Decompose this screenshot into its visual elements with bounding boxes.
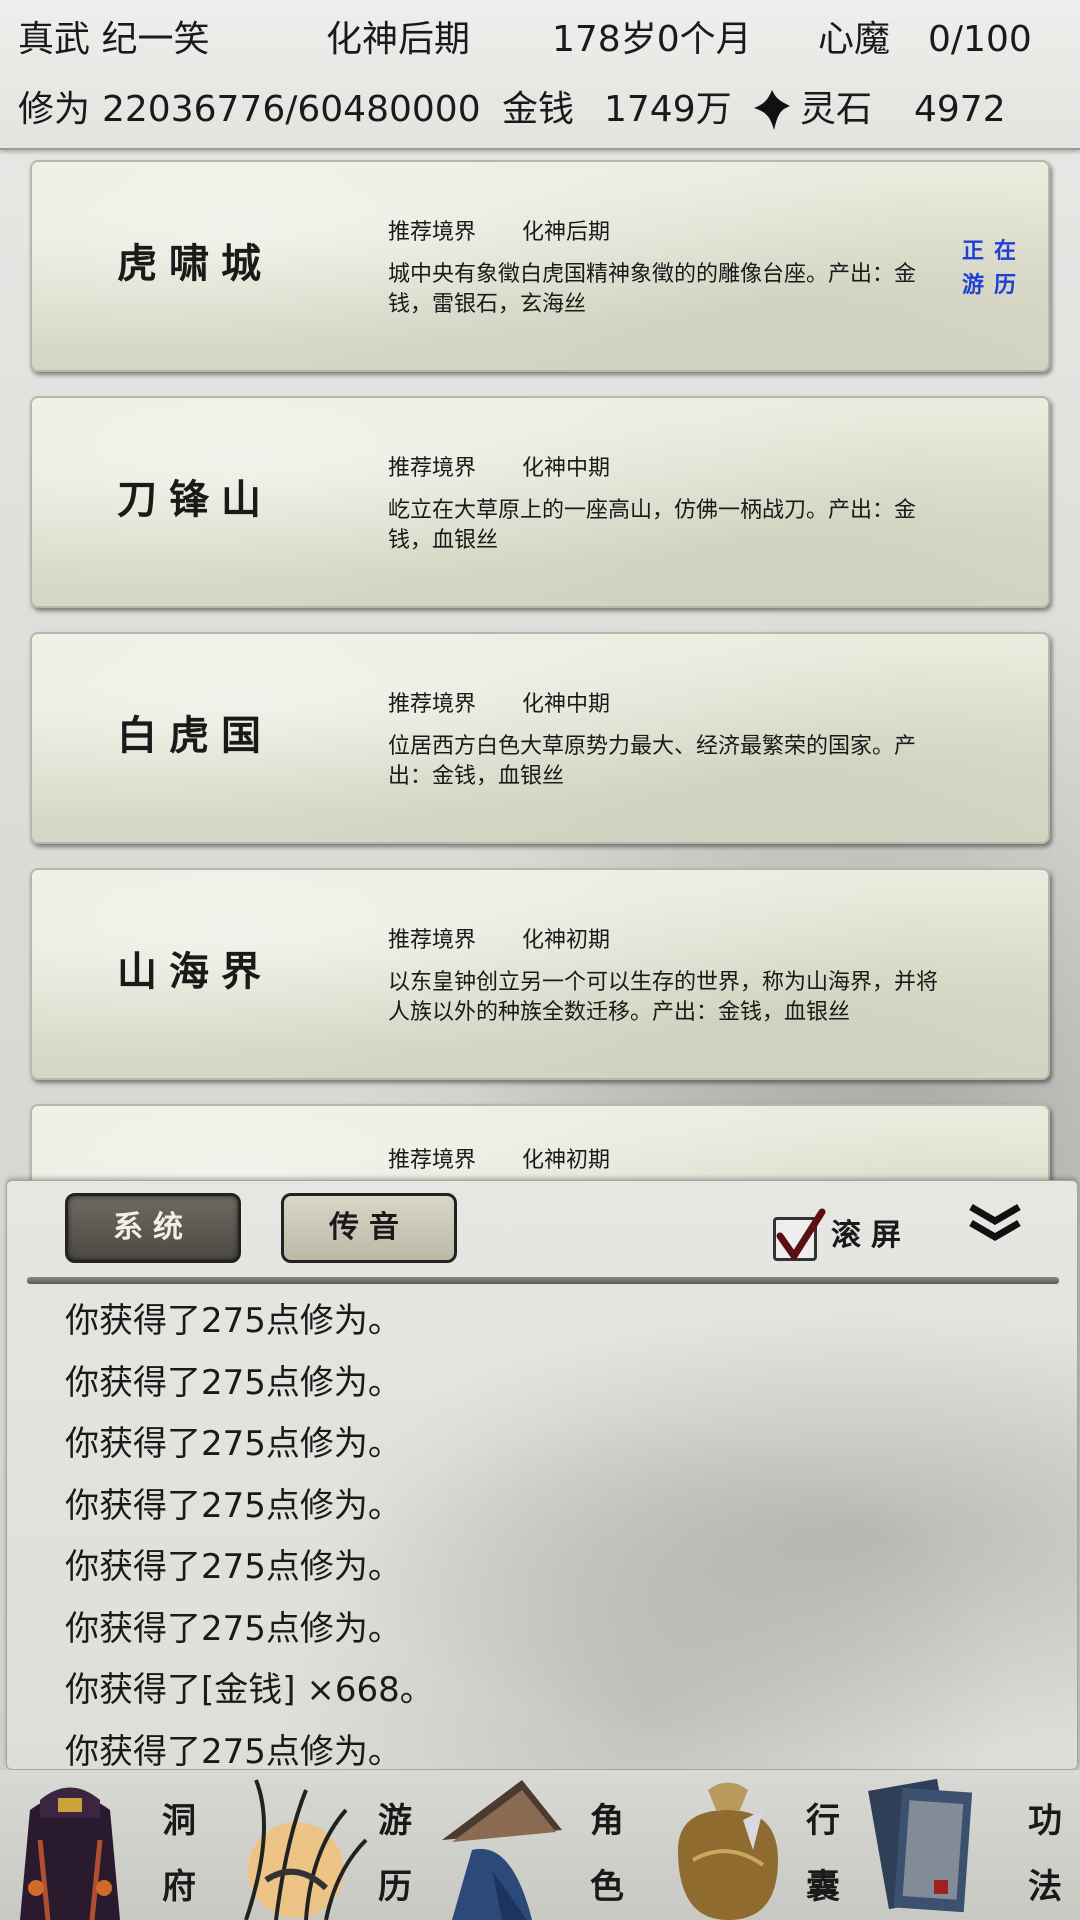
log-line: 你获得了[金钱] ×668。 — [65, 1670, 434, 1710]
recommended-realm: 推荐境界 化神后期 — [388, 222, 610, 244]
status-bar: 真武 纪一笑 化神后期 178岁0个月 心魔 0/100 修为 22036776… — [0, 0, 1080, 150]
location-card[interactable]: 虎啸城 推荐境界 化神后期 城中央有象徵白虎国精神象徵的的雕像台座。产出：金钱，雷… — [30, 160, 1050, 372]
log-line: 你获得了275点修为。 — [65, 1301, 402, 1341]
location-card[interactable]: 山海界 推荐境界 化神初期 以东皇钟创立另一个可以生存的世界，称为山海界，并将人族… — [30, 868, 1050, 1080]
recommended-realm: 推荐境界 化神初期 — [388, 930, 610, 952]
location-description: 城中央有象徵白虎国精神象徵的的雕像台座。产出：金钱，雷银石，玄海丝 — [388, 262, 917, 317]
heart-demon-label: 心魔 — [818, 19, 891, 60]
message-log-panel: 系统 传音 滚屏 你获得了275点修为。 你获得了275点修为。 你获得了275… — [6, 1180, 1078, 1772]
nav-character[interactable]: 角色 — [432, 1770, 648, 1920]
nav-label: 功法 — [1028, 1801, 1062, 1907]
auto-scroll-checkbox[interactable] — [773, 1208, 826, 1261]
nav-label: 行囊 — [806, 1801, 840, 1907]
recommended-realm-value: 化神初期 — [522, 928, 611, 953]
heart-demon-value: 0/100 — [928, 19, 1032, 60]
collapse-chevron-icon[interactable] — [967, 1201, 1023, 1245]
spirit-stone-label: 灵石 — [800, 89, 873, 130]
nav-label: 角色 — [590, 1801, 624, 1907]
nav-label: 游历 — [378, 1801, 412, 1907]
location-card[interactable]: 刀锋山 推荐境界 化神中期 屹立在大草原上的一座高山，仿佛一柄战刀。产出：金钱，血… — [30, 396, 1050, 608]
recommended-realm-value: 化神中期 — [522, 692, 611, 717]
location-name: 白虎国 — [117, 712, 273, 759]
location-name: 刀锋山 — [117, 476, 273, 523]
bag-icon — [678, 1782, 778, 1920]
location-description: 位居西方白色大草原势力最大、经济最繁荣的国家。产出：金钱，血银丝 — [388, 734, 917, 789]
nav-cave-abode[interactable]: 洞府 — [0, 1770, 216, 1920]
skills-icon — [868, 1778, 973, 1913]
log-line: 你获得了275点修为。 — [65, 1424, 402, 1464]
age: 178岁0个月 — [552, 19, 752, 60]
log-line: 你获得了275点修为。 — [65, 1608, 402, 1649]
location-card[interactable]: 推荐境界 化神初期 — [30, 1104, 1050, 1180]
spirit-stone-icon — [754, 90, 790, 130]
spirit-stone-value: 4972 — [914, 89, 1006, 130]
log-messages: 你获得了275点修为。 你获得了275点修为。 你获得了275点修为。 你获得了… — [65, 1291, 965, 1783]
log-line: 你获得了275点修为。 — [65, 1362, 402, 1403]
checkmark-icon — [776, 1208, 826, 1260]
log-line: 你获得了275点修为。 — [65, 1547, 402, 1587]
tab-system[interactable]: 系统 — [65, 1193, 241, 1263]
money-label: 金钱 — [502, 89, 575, 130]
recommended-realm-label: 推荐境界 — [388, 220, 477, 245]
location-description: 以东皇钟创立另一个可以生存的世界，称为山海界，并将人族以外的种族全数迁移。产出：… — [388, 970, 939, 1025]
cave-abode-icon — [20, 1787, 120, 1920]
nav-label: 洞府 — [162, 1801, 196, 1907]
realm: 化神后期 — [326, 19, 471, 60]
player-name: 真武 纪一笑 — [18, 19, 210, 60]
traveling-status: 正在游历 — [962, 238, 1027, 298]
log-divider — [27, 1277, 1059, 1284]
location-card[interactable]: 白虎国 推荐境界 化神中期 位居西方白色大草原势力最大、经济最繁荣的国家。产出：金… — [30, 632, 1050, 844]
recommended-realm: 推荐境界 化神中期 — [388, 694, 610, 716]
location-list[interactable]: 虎啸城 推荐境界 化神后期 城中央有象徵白虎国精神象徵的的雕像台座。产出：金钱，雷… — [0, 150, 1080, 1180]
cultivation-value: 22036776/60480000 — [102, 89, 481, 130]
location-description: 屹立在大草原上的一座高山，仿佛一柄战刀。产出：金钱，血银丝 — [388, 498, 917, 553]
travel-icon — [244, 1779, 368, 1920]
log-line: 你获得了275点修为。 — [65, 1485, 402, 1526]
nav-skills[interactable]: 功法 — [864, 1770, 1080, 1920]
tab-voice-message[interactable]: 传音 — [281, 1193, 457, 1263]
auto-scroll-label: 滚屏 — [831, 1218, 911, 1253]
money-value: 1749万 — [604, 89, 732, 130]
recommended-realm: 推荐境界 化神初期 — [388, 1150, 610, 1172]
recommended-realm-value: 化神后期 — [522, 220, 611, 245]
recommended-realm-label: 推荐境界 — [388, 456, 477, 481]
bottom-navigation: 洞府 游历 角色 行囊 功 法 — [0, 1770, 1080, 1920]
recommended-realm-label: 推荐境界 — [388, 692, 477, 717]
recommended-realm-value: 化神中期 — [522, 456, 611, 481]
cultivation-label: 修为 — [18, 89, 91, 130]
location-name: 山海界 — [117, 948, 273, 995]
recommended-realm-value: 化神初期 — [522, 1148, 611, 1173]
location-name: 虎啸城 — [117, 240, 273, 287]
recommended-realm: 推荐境界 化神中期 — [388, 458, 610, 480]
character-icon — [442, 1780, 562, 1920]
nav-inventory[interactable]: 行囊 — [648, 1770, 864, 1920]
recommended-realm-label: 推荐境界 — [388, 1148, 477, 1173]
recommended-realm-label: 推荐境界 — [388, 928, 477, 953]
nav-travel[interactable]: 游历 — [216, 1770, 432, 1920]
